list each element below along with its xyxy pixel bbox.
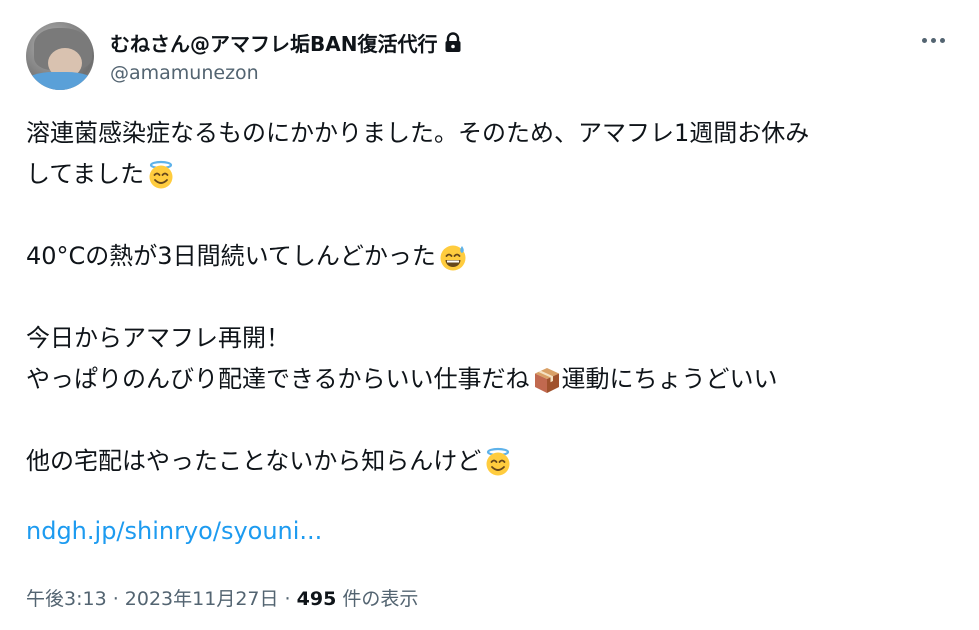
tweet-body: 溶連菌感染症なるものにかかりました。そのため、アマフレ1週間お休み してました … — [26, 113, 956, 482]
tweet-link[interactable]: ndgh.jp/shinryo/syouni... — [26, 517, 322, 545]
author-display-name[interactable]: むねさん@アマフレ垢BAN復活代行 — [110, 28, 463, 57]
grinning-face-with-sweat-emoji — [440, 245, 466, 270]
tweet-text: やっぱりのんびり配達できるからいい仕事だね — [26, 365, 530, 393]
author-handle[interactable]: @amamunezon — [110, 62, 259, 84]
tweet-line: 今日からアマフレ再開！ — [26, 318, 956, 359]
tweet-line: 溶連菌感染症なるものにかかりました。そのため、アマフレ1週間お休み — [26, 113, 956, 154]
tweet-text: 運動にちょうどいい — [561, 365, 778, 393]
tweet-card: むねさん@アマフレ垢BAN復活代行 @amamunezon 溶連菌感染症なるもの… — [0, 0, 979, 630]
more-icon-dot — [939, 37, 945, 43]
more-icon-dot — [930, 37, 936, 43]
tweet-text: 溶連菌感染症なるものにかかりました。そのため、アマフレ1週間お休み — [26, 119, 810, 147]
package-emoji — [534, 367, 559, 393]
tweet-line: 40°Cの熱が3日間続いてしんどかった — [26, 236, 956, 277]
lock-icon — [445, 31, 461, 52]
meta-separator: · — [106, 588, 125, 610]
tweet-text: 40°Cの熱が3日間続いてしんどかった — [26, 242, 436, 270]
tweet-time[interactable]: 午後3:13 — [26, 588, 107, 610]
tweet-line: やっぱりのんびり配達できるからいい仕事だね 運動にちょうどいい — [26, 359, 956, 400]
author-display-name-text: むねさん@アマフレ垢BAN復活代行 — [110, 32, 438, 56]
views-count[interactable]: 495 — [297, 588, 337, 610]
meta-separator: · — [278, 588, 297, 610]
tweet-date[interactable]: 2023年11月27日 — [125, 588, 279, 610]
tweet-text: してました — [26, 160, 145, 188]
more-button[interactable] — [917, 26, 949, 54]
smiling-face-with-halo-emoji — [486, 447, 510, 475]
views-label: 件の表示 — [336, 588, 419, 610]
avatar-shirt — [26, 72, 94, 90]
tweet-text: 今日からアマフレ再開！ — [26, 324, 290, 352]
more-icon — [921, 37, 927, 43]
tweet-meta: 午後3:13 · 2023年11月27日 · 495 件の表示 — [26, 584, 418, 611]
smiling-face-with-halo-emoji — [149, 160, 173, 188]
tweet-line: してました — [26, 154, 956, 195]
avatar[interactable] — [26, 22, 94, 90]
tweet-line: 他の宅配はやったことないから知らんけど — [26, 441, 956, 482]
tweet-text: 他の宅配はやったことないから知らんけど — [26, 447, 482, 475]
